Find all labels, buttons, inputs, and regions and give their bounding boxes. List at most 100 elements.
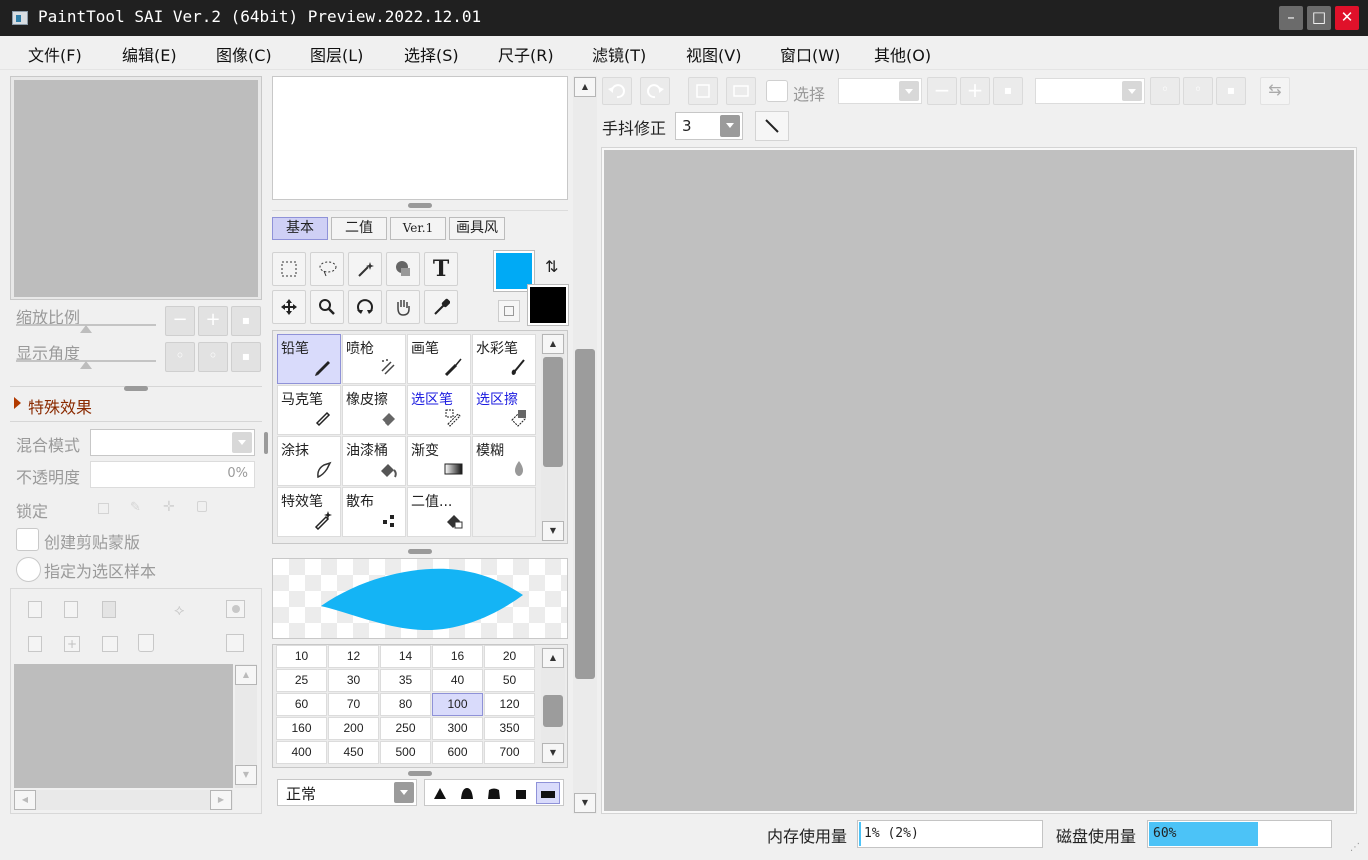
- color-panel[interactable]: [272, 76, 568, 200]
- new-vector-layer-icon[interactable]: [64, 601, 78, 618]
- navigator-preview[interactable]: [14, 80, 258, 297]
- undo-button[interactable]: [602, 77, 632, 105]
- angle-slider-handle[interactable]: [80, 361, 92, 369]
- brush-size-cell[interactable]: 600: [432, 741, 483, 764]
- panel-resize-grip[interactable]: [264, 432, 268, 454]
- panel-resize-grip[interactable]: [408, 771, 432, 776]
- menu-image[interactable]: 图像(C): [216, 42, 272, 66]
- angle-select[interactable]: [1035, 78, 1145, 104]
- flip-horizontal-button[interactable]: ⇆: [1260, 77, 1290, 105]
- tab-painter-style[interactable]: 画具风: [449, 217, 505, 240]
- merge-down-icon[interactable]: [28, 636, 42, 652]
- brush-size-cell[interactable]: 450: [328, 741, 379, 764]
- tab-basic[interactable]: 基本: [272, 217, 328, 240]
- scroll-down-button[interactable]: ▼: [542, 743, 564, 763]
- brush-size-cell[interactable]: 100: [432, 693, 483, 716]
- move-tool[interactable]: [272, 290, 306, 324]
- rotate-tool[interactable]: [348, 290, 382, 324]
- hand-tool[interactable]: [386, 290, 420, 324]
- brush-slot[interactable]: 模糊: [472, 436, 536, 486]
- resize-grip-icon[interactable]: ⋰: [1350, 842, 1360, 853]
- rotate-ccw-toolbar-button[interactable]: ◦: [1150, 77, 1180, 105]
- special-effects-header[interactable]: 特殊效果: [28, 394, 92, 418]
- scroll-up-button[interactable]: ▲: [235, 665, 257, 685]
- brush-shape-button[interactable]: [455, 782, 479, 804]
- brush-slot-empty[interactable]: [472, 487, 536, 537]
- brush-size-cell[interactable]: 120: [484, 693, 535, 716]
- brush-slot[interactable]: 油漆桶: [342, 436, 406, 486]
- brush-shape-button[interactable]: [536, 782, 560, 804]
- brush-size-cell[interactable]: 14: [380, 645, 431, 668]
- redo-button[interactable]: [640, 77, 670, 105]
- brush-slot[interactable]: 水彩笔: [472, 334, 536, 384]
- expand-arrow-icon[interactable]: [14, 397, 21, 409]
- brush-size-cell[interactable]: 400: [276, 741, 327, 764]
- layer-mask-icon[interactable]: [226, 600, 245, 618]
- scroll-left-button[interactable]: ◀: [14, 790, 36, 810]
- brush-size-cell[interactable]: 500: [380, 741, 431, 764]
- size-scroll-thumb[interactable]: [543, 695, 563, 727]
- select-checkbox[interactable]: [766, 80, 788, 102]
- brush-size-cell[interactable]: 250: [380, 717, 431, 740]
- minimize-button[interactable]: –: [1279, 6, 1303, 30]
- canvas-area[interactable]: [604, 150, 1354, 811]
- lasso-tool[interactable]: [310, 252, 344, 286]
- zoom-out-toolbar-button[interactable]: −: [927, 77, 957, 105]
- brush-slot[interactable]: 马克笔: [277, 385, 341, 435]
- maximize-button[interactable]: □: [1307, 6, 1331, 30]
- menu-filter[interactable]: 滤镜(T): [592, 42, 646, 66]
- duplicate-layer-icon[interactable]: +: [64, 636, 80, 652]
- rotate-cw-button[interactable]: ◦: [198, 342, 228, 372]
- brush-slot[interactable]: 散布: [342, 487, 406, 537]
- new-layer-icon[interactable]: [28, 601, 42, 618]
- brush-slot[interactable]: 喷枪: [342, 334, 406, 384]
- menu-file[interactable]: 文件(F): [28, 42, 82, 66]
- brush-shape-button[interactable]: [482, 782, 506, 804]
- lock-transparency-icon[interactable]: [98, 503, 109, 514]
- layer-list[interactable]: [14, 664, 233, 788]
- scroll-down-button[interactable]: ▼: [574, 793, 596, 813]
- brush-size-cell[interactable]: 12: [328, 645, 379, 668]
- zoom-tool[interactable]: [310, 290, 344, 324]
- zoom-reset-toolbar-button[interactable]: ▪: [993, 77, 1023, 105]
- brush-size-cell[interactable]: 25: [276, 669, 327, 692]
- brush-slot[interactable]: 铅笔: [277, 334, 341, 384]
- mask-apply-icon[interactable]: [226, 634, 244, 652]
- eyedropper-tool[interactable]: [424, 290, 458, 324]
- brush-size-cell[interactable]: 16: [432, 645, 483, 668]
- select-rect-tool[interactable]: [272, 252, 306, 286]
- brush-size-cell[interactable]: 20: [484, 645, 535, 668]
- tool-panel-scroll-thumb[interactable]: [575, 349, 595, 679]
- magic-wand-tool[interactable]: [348, 252, 382, 286]
- brush-blend-mode-select[interactable]: 正常: [277, 779, 417, 806]
- brush-size-cell[interactable]: 350: [484, 717, 535, 740]
- menu-other[interactable]: 其他(O): [874, 42, 931, 66]
- brush-size-cell[interactable]: 30: [328, 669, 379, 692]
- blend-mode-select[interactable]: [90, 429, 255, 456]
- tab-ver1[interactable]: Ver.1: [390, 217, 446, 240]
- menu-view[interactable]: 视图(V): [686, 42, 741, 66]
- brush-size-cell[interactable]: 80: [380, 693, 431, 716]
- menu-layer[interactable]: 图层(L): [310, 42, 363, 66]
- brush-size-cell[interactable]: 35: [380, 669, 431, 692]
- brush-slot[interactable]: 二值...: [407, 487, 471, 537]
- scroll-up-button[interactable]: ▲: [542, 334, 564, 354]
- zoom-slider-handle[interactable]: [80, 325, 92, 333]
- scroll-up-button[interactable]: ▲: [574, 77, 596, 97]
- scroll-up-button[interactable]: ▲: [542, 648, 564, 668]
- panel-resize-grip[interactable]: [408, 203, 432, 208]
- text-tool[interactable]: T: [424, 252, 458, 286]
- lock-move-icon[interactable]: ✛: [163, 499, 175, 515]
- zoom-in-toolbar-button[interactable]: +: [960, 77, 990, 105]
- stabilizer-select[interactable]: 3: [675, 112, 743, 140]
- zoom-reset-button[interactable]: ▪: [231, 306, 261, 336]
- tab-binary[interactable]: 二值: [331, 217, 387, 240]
- zoom-out-button[interactable]: −: [165, 306, 195, 336]
- layer-list-hscrollbar[interactable]: [14, 790, 233, 810]
- brush-slot[interactable]: 选区擦: [472, 385, 536, 435]
- line-tool-button[interactable]: [755, 111, 789, 141]
- brush-slot[interactable]: 选区笔: [407, 385, 471, 435]
- brush-size-cell[interactable]: 40: [432, 669, 483, 692]
- brush-size-cell[interactable]: 10: [276, 645, 327, 668]
- brush-size-cell[interactable]: 50: [484, 669, 535, 692]
